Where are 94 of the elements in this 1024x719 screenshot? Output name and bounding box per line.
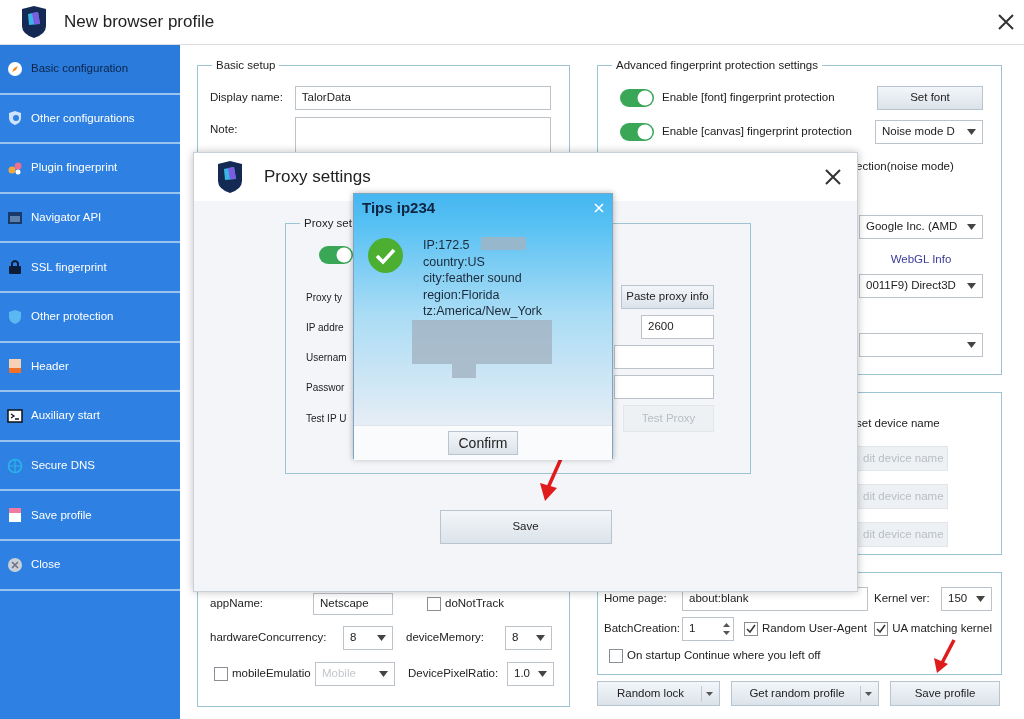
logo-icon <box>216 161 244 193</box>
caret-icon <box>379 671 388 677</box>
caret-icon <box>967 224 976 230</box>
display-name-field[interactable]: TalorData <box>294 86 551 110</box>
dropdown[interactable] <box>859 333 983 357</box>
paste-proxy-button[interactable]: Paste proxy info <box>621 285 714 309</box>
caret-icon <box>967 342 976 348</box>
field-label: Passwor <box>306 380 345 395</box>
info-line: city:feather sound <box>423 270 522 287</box>
caret-icon <box>976 596 985 602</box>
toggle-label: Enable [canvas] fingerprint protection <box>662 124 852 140</box>
checkbox[interactable] <box>874 622 889 636</box>
field-label: Kernel ver: <box>874 591 931 607</box>
field-label: DevicePixelRatio: <box>408 666 500 682</box>
option-label: ection(noise mode) <box>856 160 954 172</box>
close-icon[interactable] <box>825 169 841 185</box>
panel-legend: Proxy set <box>300 216 356 230</box>
lock-icon <box>7 259 23 276</box>
checkbox-label: mobileEmulatio <box>232 666 312 682</box>
save-button[interactable]: Save <box>439 510 612 544</box>
toggle-switch[interactable] <box>319 246 353 264</box>
password-field[interactable] <box>614 375 714 399</box>
checkbox[interactable] <box>214 667 228 681</box>
panel-legend: Basic setup <box>212 58 280 72</box>
blurred-region <box>481 237 526 250</box>
field-label: deviceMemory: <box>406 630 485 646</box>
field-label: Proxy ty <box>306 290 343 305</box>
window-title: New browser profile <box>64 11 215 34</box>
checkbox[interactable] <box>427 597 441 611</box>
footer-button[interactable]: Get random profile <box>731 681 879 706</box>
check-icon <box>368 238 403 273</box>
toggle-switch[interactable] <box>620 123 654 141</box>
panel-legend: Advanced fingerprint protection settings <box>612 58 822 72</box>
caret-icon <box>536 635 545 641</box>
info-line: country:US <box>423 253 485 270</box>
dropdown[interactable]: 1.0 <box>507 662 554 686</box>
checkbox-label: On startup Continue where you left off <box>627 648 821 664</box>
field-label: IP addre <box>306 320 344 335</box>
caret-icon <box>967 129 976 135</box>
field-label: Test IP U <box>306 412 347 426</box>
field-label: appName: <box>210 596 265 612</box>
footer-button[interactable]: Random lock <box>597 681 720 706</box>
toggle-label: Enable [font] fingerprint protection <box>662 90 835 106</box>
checkbox[interactable] <box>609 649 623 663</box>
caret-icon <box>538 671 547 677</box>
terminal-icon <box>7 407 23 424</box>
batch-spinner[interactable]: 1 <box>682 617 734 641</box>
shield-icon <box>7 110 23 127</box>
confirm-button[interactable]: Confirm <box>448 431 518 455</box>
globe-icon <box>7 457 23 474</box>
dialog-title: Tips ip234 <box>362 197 436 218</box>
shield-icon <box>7 308 23 325</box>
checkbox-label: UA matching kernel <box>892 621 992 637</box>
info-line: IP:172.5 <box>423 237 470 254</box>
dropdown[interactable]: 8 <box>505 626 552 650</box>
dropdown[interactable]: Google Inc. (AMD <box>859 215 983 239</box>
app-name-field[interactable]: Netscape <box>313 593 393 615</box>
username-field[interactable] <box>614 345 714 369</box>
footer-button[interactable]: Save profile <box>890 681 1000 706</box>
caret-icon <box>865 691 872 696</box>
port-field[interactable]: 2600 <box>641 315 714 339</box>
caret-icon <box>967 283 976 289</box>
spinner-arrows-icon[interactable] <box>723 621 730 637</box>
field-label: Usernam <box>306 350 347 365</box>
info-line: region:Florida <box>423 286 500 303</box>
webgl-info-link[interactable]: WebGL Info <box>890 253 952 265</box>
checkbox-label: Random User-Agent <box>762 621 867 637</box>
field-label: Note: <box>210 122 239 137</box>
compass-icon <box>7 60 23 77</box>
set-font-button[interactable]: Set font <box>877 86 983 110</box>
pointer-arrow <box>932 638 958 675</box>
field-label: BatchCreation: <box>604 621 682 637</box>
info-line: tz:America/New_York <box>423 303 543 320</box>
logo-icon <box>20 6 48 38</box>
checkbox[interactable] <box>744 622 758 636</box>
toggle-switch[interactable] <box>620 89 654 107</box>
circles-icon <box>7 160 23 176</box>
checkbox-label: doNotTrack <box>445 596 504 612</box>
close-icon[interactable] <box>998 14 1014 30</box>
dropdown[interactable]: Noise mode D <box>875 120 983 144</box>
sidebar-item[interactable]: Basic configuration <box>0 45 180 95</box>
window-icon <box>7 209 23 226</box>
dropdown[interactable]: 150 <box>941 587 992 611</box>
close-icon <box>7 556 23 573</box>
floppy-icon <box>7 507 23 524</box>
dropdown[interactable]: 0011F9) Direct3D <box>859 274 983 298</box>
field-label: Home page: <box>604 591 668 607</box>
field-label: Display name: <box>210 90 284 106</box>
document-icon <box>7 358 23 375</box>
dropdown[interactable]: 8 <box>343 626 393 650</box>
dialog-title: Proxy settings <box>264 166 371 189</box>
caret-icon <box>377 635 386 641</box>
field-label: hardwareConcurrency: <box>210 630 328 646</box>
caret-icon <box>706 691 713 696</box>
